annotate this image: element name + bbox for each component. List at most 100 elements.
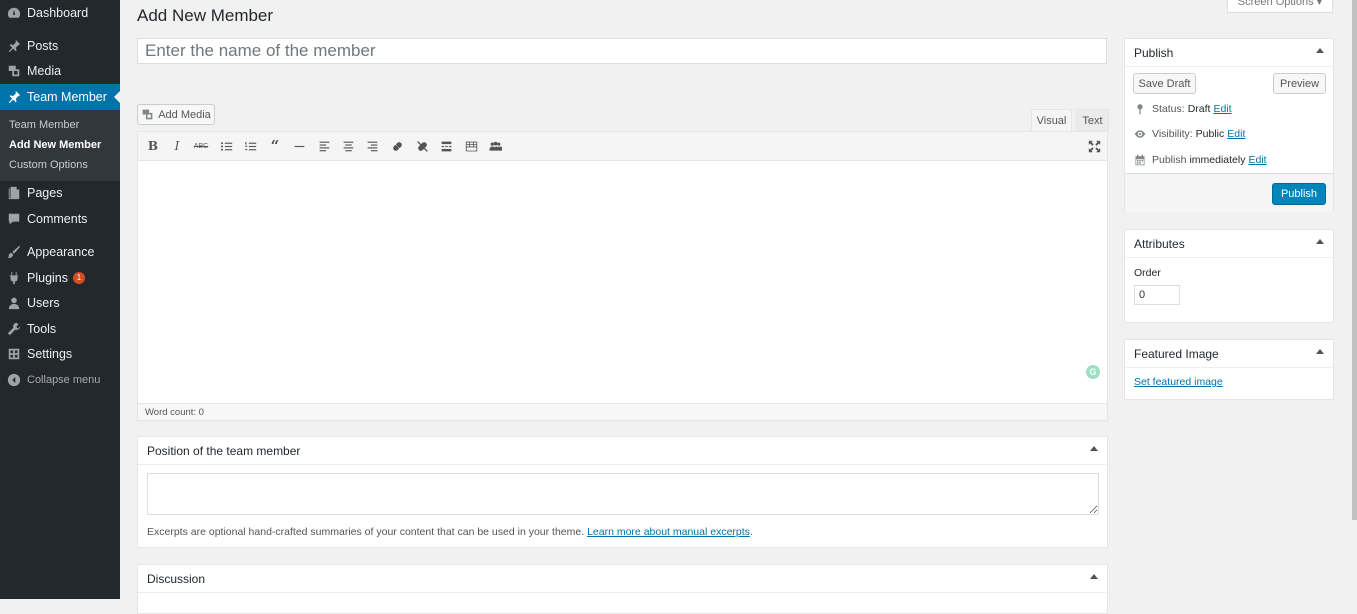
collapse-menu-label: Collapse menu [27, 374, 101, 386]
learn-more-excerpts-link[interactable]: Learn more about manual excerpts [587, 526, 750, 538]
visibility-row: Visibility: Public Edit [1134, 128, 1245, 140]
sidebar-item-label: Posts [27, 39, 59, 53]
excerpt-postbox-title: Position of the team member [147, 443, 301, 458]
edit-status-link[interactable]: Edit [1213, 103, 1231, 115]
toolbar-toggle-icon[interactable] [463, 138, 479, 154]
add-media-label: Add Media [158, 108, 211, 121]
sidebar-item-label: Plugins [27, 271, 68, 285]
strikethrough-icon[interactable]: ABC [193, 138, 209, 154]
bold-icon[interactable]: B [145, 138, 161, 154]
wrench-icon [7, 322, 21, 336]
horizontal-line-icon[interactable] [291, 138, 307, 154]
edit-publish-time-link[interactable]: Edit [1248, 154, 1266, 166]
pin-icon [7, 39, 21, 53]
collapse-arrow-icon[interactable] [1316, 48, 1324, 53]
submenu-add-new-member[interactable]: Add New Member [9, 139, 101, 151]
order-label: Order [1134, 267, 1161, 279]
sidebar-item-appearance[interactable]: Appearance [0, 239, 120, 265]
page-scrollbar[interactable] [1352, 0, 1357, 520]
tab-text[interactable]: Text [1076, 109, 1109, 131]
align-center-icon[interactable] [340, 138, 356, 154]
numbered-list-icon[interactable] [242, 138, 258, 154]
sidebar-item-label: Users [27, 296, 60, 310]
add-media-button[interactable]: Add Media [137, 104, 215, 125]
page-title: Add New Member [137, 6, 274, 25]
publish-button[interactable]: Publish [1272, 183, 1326, 205]
featured-image-postbox-header[interactable]: Featured Image [1125, 340, 1333, 368]
bullet-list-icon[interactable] [218, 138, 234, 154]
pin-icon [7, 90, 21, 104]
align-right-icon[interactable] [364, 138, 380, 154]
dashboard-icon [7, 6, 21, 20]
excerpt-postbox: Position of the team member Excerpts are… [137, 436, 1108, 548]
discussion-postbox: Discussion [137, 564, 1108, 614]
user-icon [7, 296, 21, 310]
discussion-postbox-header[interactable]: Discussion [138, 565, 1107, 593]
sidebar-item-dashboard[interactable]: Dashboard [0, 0, 120, 26]
excerpt-help-end: . [749, 526, 753, 538]
sidebar-item-settings[interactable]: Settings [0, 341, 120, 367]
member-name-input[interactable] [137, 38, 1107, 64]
read-more-icon[interactable] [438, 138, 454, 154]
collapse-arrow-icon[interactable] [1316, 349, 1324, 354]
sidebar-item-pages[interactable]: Pages [0, 180, 120, 206]
preview-button[interactable]: Preview [1273, 73, 1326, 94]
sidebar-item-media[interactable]: Media [0, 58, 120, 84]
sidebar-item-label: Settings [27, 347, 73, 361]
align-left-icon[interactable] [316, 138, 332, 154]
settings-icon [7, 347, 21, 361]
sidebar-item-label: Media [27, 64, 62, 78]
set-featured-image-link[interactable]: Set featured image [1134, 376, 1223, 388]
team-members-icon[interactable] [487, 138, 503, 154]
excerpt-textarea[interactable] [147, 473, 1099, 515]
sidebar-item-label: Pages [27, 186, 63, 200]
submenu-custom-options[interactable]: Custom Options [9, 159, 88, 171]
collapse-arrow-icon[interactable] [1090, 574, 1098, 579]
insert-link-icon[interactable] [389, 138, 405, 154]
status-value: Draft [1187, 103, 1211, 115]
sidebar-item-label: Comments [27, 212, 88, 226]
order-input[interactable] [1134, 285, 1180, 305]
sidebar-item-label: Tools [27, 322, 57, 336]
collapse-arrow-icon[interactable] [1316, 239, 1324, 244]
sidebar-item-label: Dashboard [27, 6, 89, 20]
sidebar-item-plugins[interactable]: Plugins 1 [0, 265, 120, 291]
publish-postbox-title: Publish [1134, 45, 1174, 60]
collapse-menu-button[interactable]: Collapse menu [0, 367, 120, 393]
team-member-submenu: Team Member Add New Member Custom Option… [0, 110, 120, 181]
blockquote-icon[interactable]: “ [267, 137, 283, 155]
collapse-arrow-icon[interactable] [1090, 446, 1098, 451]
sidebar-item-posts[interactable]: Posts [0, 33, 120, 59]
screen-options-button[interactable]: Screen Options ▾ [1227, 0, 1333, 13]
status-row: Status: Draft Edit [1134, 103, 1232, 115]
italic-icon[interactable]: I [169, 138, 185, 154]
admin-sidebar: Dashboard Posts Media Team Member Team M… [0, 0, 120, 599]
visibility-label: Visibility: [1152, 128, 1193, 140]
comment-icon [7, 212, 21, 226]
sidebar-item-comments[interactable]: Comments [0, 206, 120, 232]
publish-postbox-header[interactable]: Publish [1125, 39, 1333, 67]
fullscreen-icon[interactable] [1086, 138, 1102, 154]
editor-toolbar: B I ABC “ [138, 132, 1107, 161]
submenu-team-member[interactable]: Team Member [9, 119, 79, 131]
word-count: Word count: 0 [138, 403, 1107, 420]
attributes-postbox-title: Attributes [1134, 236, 1185, 251]
sidebar-item-team-member[interactable]: Team Member [0, 84, 120, 110]
grammarly-icon[interactable]: G [1086, 365, 1100, 379]
publish-time-row: Publish immediately Edit [1134, 154, 1267, 166]
sidebar-item-users[interactable]: Users [0, 290, 120, 316]
collapse-arrow-icon [7, 373, 21, 387]
sidebar-item-label: Appearance [27, 245, 95, 259]
edit-visibility-link[interactable]: Edit [1227, 128, 1245, 140]
attributes-postbox: Attributes Order [1124, 229, 1334, 323]
content-editor: B I ABC “ G Word count: 0 [137, 131, 1108, 421]
media-icon [7, 64, 21, 78]
attributes-postbox-header[interactable]: Attributes [1125, 230, 1333, 258]
eye-icon [1134, 130, 1146, 138]
tab-visual[interactable]: Visual [1031, 109, 1072, 131]
excerpt-postbox-header[interactable]: Position of the team member [138, 437, 1107, 465]
save-draft-button[interactable]: Save Draft [1133, 73, 1196, 94]
remove-link-icon[interactable] [414, 138, 430, 154]
pages-icon [7, 186, 21, 200]
sidebar-item-tools[interactable]: Tools [0, 316, 120, 342]
